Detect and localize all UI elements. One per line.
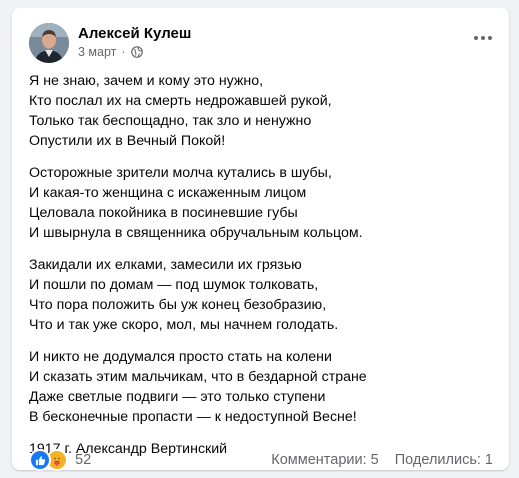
post-card: Алексей Кулеш 3 март · Я не знаю, зачем … [12, 8, 509, 472]
reaction-count: 52 [75, 452, 92, 468]
globe-icon[interactable] [130, 46, 143, 58]
poem-line: Осторожные зрители молча кутались в шубы… [29, 165, 332, 181]
poem-line: Целовала покойника в посиневшие губы [29, 205, 298, 221]
poem-line: Закидали их елками, замесили их грязью [29, 257, 302, 273]
poem-line: В бесконечные пропасти — к недоступной В… [29, 409, 357, 425]
shares-count-link[interactable]: Поделились: 1 [395, 452, 493, 468]
poem-line: Что пора положить бы уж конец безобразию… [29, 297, 327, 313]
poem-stanza: Закидали их елками, замесили их грязью И… [29, 255, 499, 335]
post-meta: 3 март · [78, 45, 143, 59]
poem-line: Только так беспощадно, так зло и ненужно [29, 113, 312, 129]
poem-stanza: И никто не додумался просто стать на кол… [29, 347, 499, 427]
post-footer: 52 Комментарии: 5 Поделились: 1 [29, 448, 493, 472]
avatar[interactable] [29, 23, 69, 63]
poem-line: Я не знаю, зачем и кому это нужно, [29, 73, 264, 89]
poem-line: И швырнула в священника обручальным коль… [29, 225, 363, 241]
poem-stanza: Осторожные зрители молча кутались в шубы… [29, 163, 499, 243]
comments-count-link[interactable]: Комментарии: 5 [271, 452, 378, 468]
reactions-summary[interactable]: 52 [29, 449, 91, 471]
more-horizontal-icon [473, 28, 493, 46]
poem-line: Даже светлые подвиги — это только ступен… [29, 389, 326, 405]
like-icon [29, 449, 51, 471]
poem-line: И пошли по домам — под шумок толковать, [29, 277, 319, 293]
poem-line: Кто послал их на смерть недрожавшей руко… [29, 93, 332, 109]
post-date[interactable]: 3 март [78, 45, 116, 59]
more-options-button[interactable] [467, 25, 499, 49]
poem-line: Опустили их в Вечный Покой! [29, 133, 226, 149]
post-text: Я не знаю, зачем и кому это нужно, Кто п… [29, 71, 499, 459]
meta-separator: · [121, 45, 126, 59]
poem-line: И какая-то женщина с искаженным лицом [29, 185, 307, 201]
poem-line: И сказать этим мальчикам, что в бездарно… [29, 369, 367, 385]
poem-line: Что и так уже скоро, мол, мы начнем голо… [29, 317, 339, 333]
poem-stanza: Я не знаю, зачем и кому это нужно, Кто п… [29, 71, 499, 151]
author-name[interactable]: Алексей Кулеш [78, 25, 191, 42]
poem-line: И никто не додумался просто стать на кол… [29, 349, 332, 365]
